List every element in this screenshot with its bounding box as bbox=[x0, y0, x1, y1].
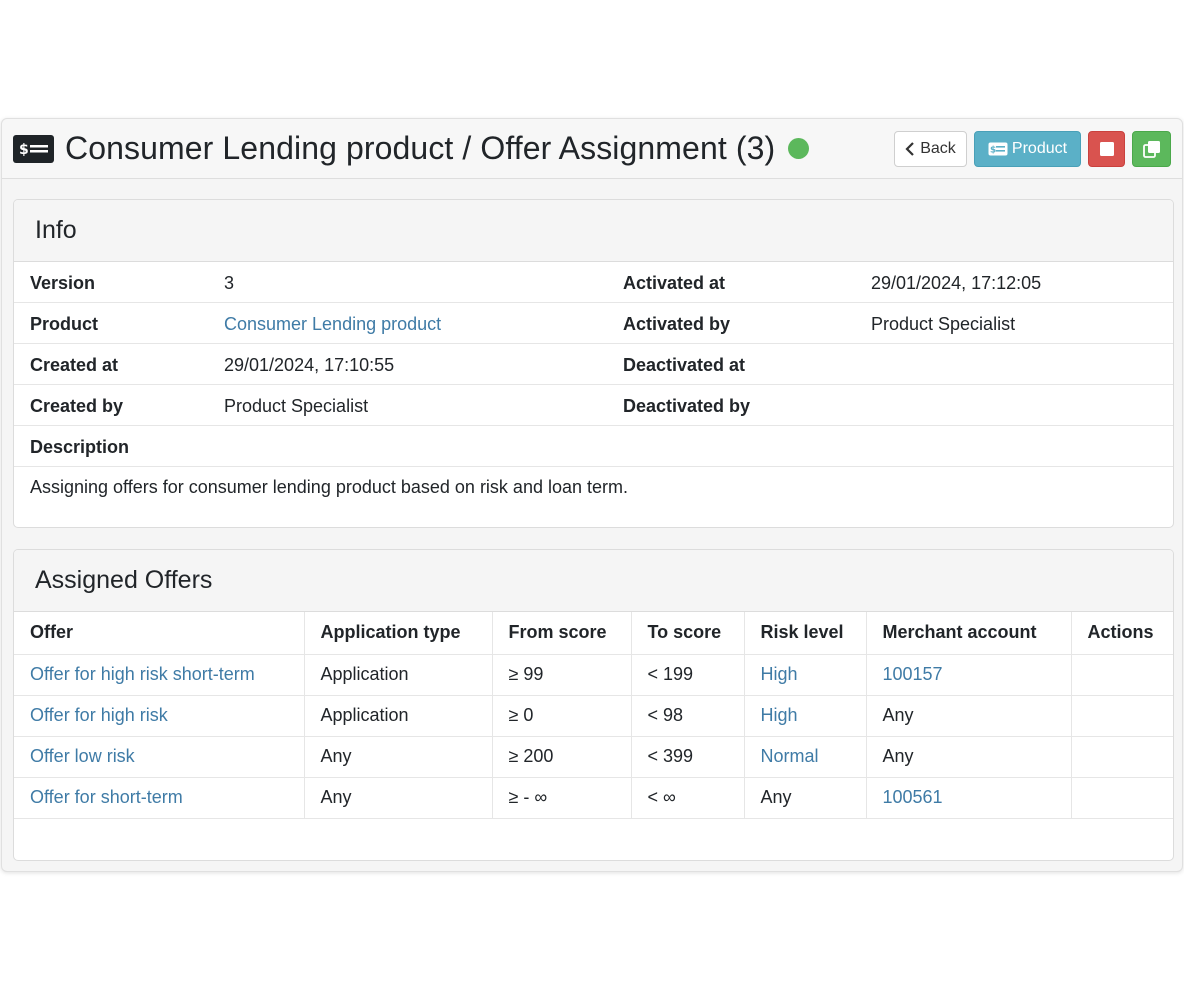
info-row: Version 3 Activated at 29/01/2024, 17:12… bbox=[14, 262, 1173, 303]
copy-icon bbox=[1142, 140, 1160, 158]
risk-level-link[interactable]: Normal bbox=[744, 736, 867, 778]
table-row: Offer for high risk short-term Applicati… bbox=[14, 654, 1173, 696]
product-button-label: Product bbox=[1011, 139, 1068, 157]
actions-cell bbox=[1071, 777, 1173, 819]
info-row: Description bbox=[14, 426, 1173, 467]
deactivate-button[interactable] bbox=[1088, 130, 1125, 167]
back-button[interactable]: Back bbox=[894, 130, 967, 167]
activated-by-value: Product Specialist bbox=[871, 314, 1016, 334]
application-type-cell: Any bbox=[304, 736, 493, 778]
table-row: Offer for short-term Any ≥ - ∞ < ∞ Any 1… bbox=[14, 777, 1173, 819]
offer-link[interactable]: Offer for high risk bbox=[14, 695, 305, 737]
deactivated-by-label: Deactivated by bbox=[623, 396, 751, 416]
table-header-row: Offer Application type From score To sco… bbox=[14, 612, 1173, 655]
risk-level-cell: Any bbox=[744, 777, 867, 819]
to-score-cell: < ∞ bbox=[631, 777, 745, 819]
table-row: Offer low risk Any ≥ 200 < 399 Normal An… bbox=[14, 736, 1173, 778]
activated-by-label: Activated by bbox=[623, 314, 731, 334]
merchant-account-cell: Any bbox=[866, 736, 1072, 778]
svg-text:$: $ bbox=[19, 142, 29, 158]
application-type-cell: Any bbox=[304, 777, 493, 819]
back-button-label: Back bbox=[920, 139, 956, 157]
from-score-cell: ≥ 200 bbox=[492, 736, 632, 778]
column-header-from-score: From score bbox=[492, 612, 632, 655]
product-card-icon: $ bbox=[13, 134, 54, 163]
description-row: Assigning offers for consumer lending pr… bbox=[14, 467, 1173, 508]
page-title: Consumer Lending product / Offer Assignm… bbox=[65, 130, 776, 166]
column-header-offer: Offer bbox=[14, 612, 305, 655]
application-type-cell: Application bbox=[304, 654, 493, 696]
title-wrap: $ Consumer Lending product / Offer Assig… bbox=[13, 130, 810, 167]
chevron-left-icon bbox=[905, 141, 914, 156]
risk-level-link[interactable]: High bbox=[744, 654, 867, 696]
activated-at-value: 29/01/2024, 17:12:05 bbox=[871, 273, 1042, 293]
application-type-cell: Application bbox=[304, 695, 493, 737]
info-row: Created by Product Specialist Deactivate… bbox=[14, 385, 1173, 426]
assigned-offers-heading: Assigned Offers bbox=[14, 550, 1173, 612]
svg-text:$: $ bbox=[990, 145, 996, 155]
column-header-to-score: To score bbox=[631, 612, 745, 655]
stop-icon bbox=[1099, 141, 1114, 156]
from-score-cell: ≥ 0 bbox=[492, 695, 632, 737]
activated-at-label: Activated at bbox=[623, 273, 726, 293]
column-header-application-type: Application type bbox=[304, 612, 493, 655]
page-header: $ Consumer Lending product / Offer Assig… bbox=[2, 119, 1182, 179]
created-by-label: Created by bbox=[30, 396, 124, 416]
assigned-offers-table: Offer Application type From score To sco… bbox=[14, 612, 1173, 819]
info-row: Product Consumer Lending product Activat… bbox=[14, 303, 1173, 344]
toolbar: Back $ Product bbox=[894, 130, 1171, 167]
column-header-risk-level: Risk level bbox=[744, 612, 867, 655]
description-text: Assigning offers for consumer lending pr… bbox=[30, 477, 628, 497]
deactivated-at-label: Deactivated at bbox=[623, 355, 746, 375]
to-score-cell: < 199 bbox=[631, 654, 745, 696]
version-label: Version bbox=[30, 273, 96, 293]
info-row: Created at 29/01/2024, 17:10:55 Deactiva… bbox=[14, 344, 1173, 385]
offer-link[interactable]: Offer for short-term bbox=[14, 777, 305, 819]
merchant-account-cell: Any bbox=[866, 695, 1072, 737]
column-header-actions: Actions bbox=[1071, 612, 1173, 655]
merchant-account-link[interactable]: 100157 bbox=[866, 654, 1072, 696]
assigned-offers-panel: Assigned Offers Offer Application type F… bbox=[13, 549, 1174, 861]
offer-link[interactable]: Offer low risk bbox=[14, 736, 305, 778]
info-panel-heading: Info bbox=[14, 200, 1173, 262]
product-card-icon: $ bbox=[988, 142, 1008, 155]
created-at-label: Created at bbox=[30, 355, 119, 375]
risk-level-link[interactable]: High bbox=[744, 695, 867, 737]
actions-cell bbox=[1071, 736, 1173, 778]
from-score-cell: ≥ - ∞ bbox=[492, 777, 632, 819]
created-by-value: Product Specialist bbox=[224, 396, 369, 416]
from-score-cell: ≥ 99 bbox=[492, 654, 632, 696]
product-link[interactable]: Consumer Lending product bbox=[224, 314, 441, 335]
description-label: Description bbox=[30, 437, 130, 457]
actions-cell bbox=[1071, 654, 1173, 696]
offer-assignment-card: $ Consumer Lending product / Offer Assig… bbox=[1, 118, 1183, 872]
merchant-account-link[interactable]: 100561 bbox=[866, 777, 1072, 819]
copy-button[interactable] bbox=[1132, 130, 1171, 167]
product-label: Product bbox=[30, 314, 99, 334]
info-panel: Info Version 3 Activated at 29/01/2024, … bbox=[13, 199, 1174, 528]
actions-cell bbox=[1071, 695, 1173, 737]
to-score-cell: < 399 bbox=[631, 736, 745, 778]
created-at-value: 29/01/2024, 17:10:55 bbox=[224, 355, 395, 375]
table-row: Offer for high risk Application ≥ 0 < 98… bbox=[14, 695, 1173, 737]
to-score-cell: < 98 bbox=[631, 695, 745, 737]
product-button[interactable]: $ Product bbox=[974, 130, 1081, 167]
active-status-dot bbox=[788, 138, 810, 159]
version-value: 3 bbox=[224, 273, 235, 293]
offer-link[interactable]: Offer for high risk short-term bbox=[14, 654, 305, 696]
column-header-merchant-account: Merchant account bbox=[866, 612, 1072, 655]
